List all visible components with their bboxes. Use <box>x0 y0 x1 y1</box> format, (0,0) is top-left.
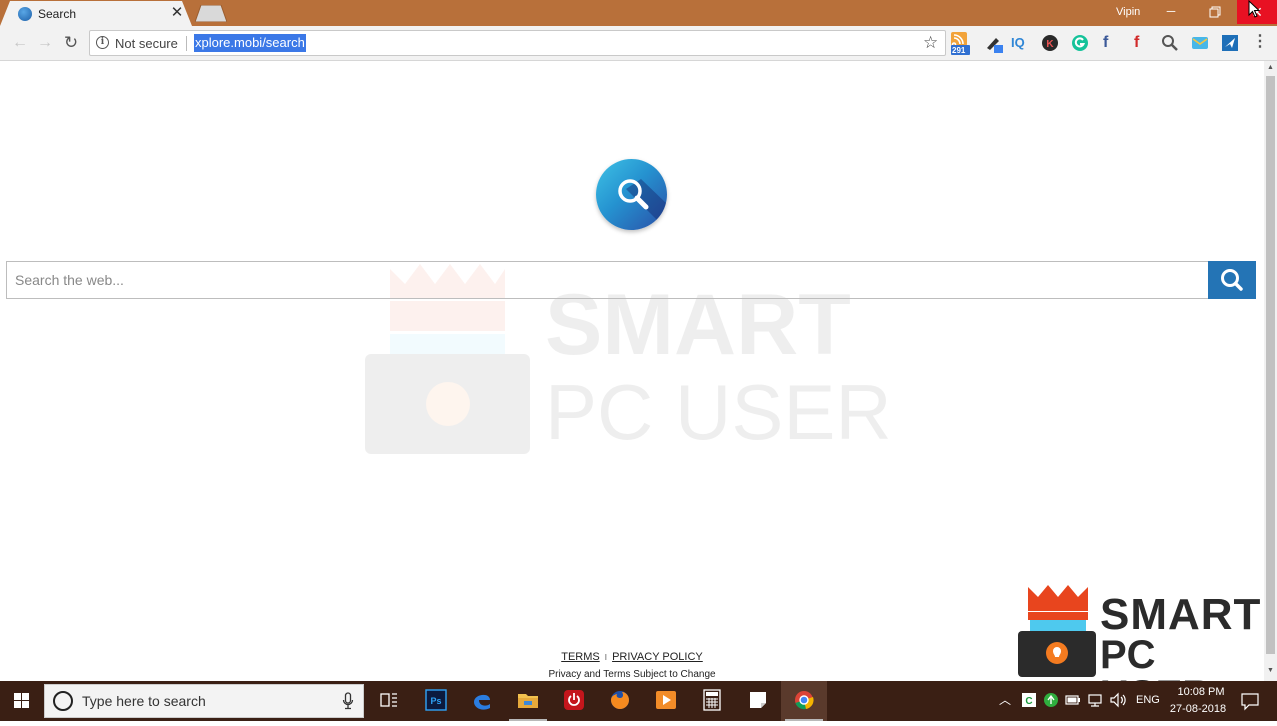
photoshop-icon: Ps <box>425 689 447 711</box>
clock-time[interactable]: 10:08 PM <box>1171 686 1231 698</box>
edge-button[interactable] <box>459 681 505 721</box>
taskbar-search-box[interactable]: Type here to search <box>44 684 364 718</box>
chrome-icon <box>795 691 814 710</box>
forward-button[interactable]: → <box>35 33 55 53</box>
address-separator <box>186 36 187 51</box>
clock-date[interactable]: 27-08-2018 <box>1166 703 1230 715</box>
grammarly-extension-icon[interactable] <box>1071 34 1089 52</box>
search-extension-icon[interactable] <box>1161 34 1179 52</box>
chrome-button[interactable] <box>781 681 827 721</box>
battery-icon[interactable] <box>1065 693 1081 707</box>
info-icon[interactable]: i <box>96 36 109 49</box>
network-icon[interactable] <box>1087 692 1103 708</box>
iq-extension-icon[interactable]: IQ <box>1011 34 1029 52</box>
restore-button[interactable] <box>1200 0 1228 24</box>
smart-pc-user-brand: SMART PC USER <box>1016 585 1277 715</box>
task-view-button[interactable] <box>366 681 412 721</box>
microphone-icon[interactable] <box>342 692 354 710</box>
reload-button[interactable]: ↻ <box>61 33 81 53</box>
url-text[interactable]: xplore.mobi/search <box>194 34 306 52</box>
start-button[interactable] <box>0 681 44 721</box>
recycle-tray-icon[interactable] <box>1043 692 1059 708</box>
tab-search[interactable]: Search ✕ <box>0 1 192 26</box>
search-icon <box>1221 269 1243 291</box>
address-bar[interactable]: i Not secure xplore.mobi/search ☆ <box>89 30 946 56</box>
volume-icon[interactable] <box>1109 692 1127 708</box>
cortana-icon[interactable] <box>53 691 73 711</box>
globe-search-icon <box>18 7 32 21</box>
input-language[interactable]: ENG <box>1136 694 1160 706</box>
calculator-button[interactable] <box>689 681 735 721</box>
watermark-line2: PC USER <box>545 368 892 456</box>
sticky-notes-button[interactable] <box>735 681 781 721</box>
action-center-icon[interactable] <box>1240 691 1260 711</box>
windows-logo-icon <box>14 693 29 708</box>
magnifier-logo-icon <box>618 179 667 230</box>
back-button[interactable]: ← <box>10 33 30 53</box>
svg-text:Ps: Ps <box>430 696 441 706</box>
close-tab-icon[interactable]: ✕ <box>169 4 185 22</box>
rss-badge: 291 <box>952 46 966 55</box>
chevron-up-icon[interactable]: ︿ <box>999 691 1011 708</box>
sticky-notes-icon <box>750 692 766 708</box>
site-logo <box>596 159 667 230</box>
browser-toolbar: ← → ↻ i Not secure xplore.mobi/search ☆ … <box>0 26 1277 61</box>
restore-icon <box>1209 6 1221 18</box>
web-search-input[interactable] <box>6 261 1209 299</box>
svg-text:K: K <box>1046 39 1054 50</box>
facebook-red-extension-icon[interactable]: f <box>1134 34 1152 52</box>
power-app-icon <box>564 690 584 710</box>
browser-menu-button[interactable]: ⋮ <box>1252 33 1268 53</box>
send-extension-icon[interactable] <box>1221 34 1239 52</box>
new-tab-button[interactable] <box>194 4 228 23</box>
profile-name[interactable]: Vipin <box>1116 6 1140 18</box>
photoshop-button[interactable]: Ps <box>413 681 459 721</box>
privacy-policy-link[interactable]: PRIVACY POLICY <box>612 651 703 663</box>
facebook-extension-icon[interactable]: f <box>1103 34 1121 52</box>
media-player-icon <box>656 691 676 709</box>
bookmark-star-icon[interactable]: ☆ <box>923 32 938 54</box>
firefox-icon <box>611 691 629 709</box>
file-explorer-icon <box>518 694 538 708</box>
taskbar-search-placeholder[interactable]: Type here to search <box>82 693 206 709</box>
file-explorer-button[interactable] <box>505 681 551 721</box>
brand-logo-icon <box>1018 585 1096 677</box>
svg-text:C: C <box>1025 696 1032 707</box>
edge-icon <box>474 694 490 710</box>
minimize-button[interactable]: ─ <box>1158 0 1184 24</box>
footer-separator: I <box>604 653 608 662</box>
k-extension-icon[interactable]: K <box>1041 34 1059 52</box>
firefox-button[interactable] <box>597 681 643 721</box>
green-c-tray-icon[interactable]: C <box>1021 692 1037 708</box>
search-submit-button[interactable] <box>1208 261 1256 299</box>
scroll-thumb[interactable] <box>1266 76 1275 654</box>
calculator-icon <box>703 689 721 711</box>
mouse-cursor-icon <box>1248 0 1260 18</box>
title-bar: Search ✕ Vipin ─ ✕ <box>0 0 1277 26</box>
media-player-button[interactable] <box>643 681 689 721</box>
terms-link[interactable]: TERMS <box>561 651 600 663</box>
eyedropper-extension-icon[interactable] <box>984 34 1003 53</box>
mail-extension-icon[interactable] <box>1191 34 1209 52</box>
scroll-up-arrow-icon[interactable]: ▲ <box>1267 64 1274 71</box>
windows-taskbar: Type here to search Ps ︿ C ENG 10:08 PM … <box>0 681 1277 721</box>
brand-line1: SMART <box>1100 590 1262 639</box>
system-tray: ︿ C ENG 10:08 PM 27-08-2018 <box>996 681 1277 721</box>
task-view-icon <box>380 693 397 707</box>
power-app-button[interactable] <box>551 681 597 721</box>
rss-feed-extension-icon[interactable]: 291 <box>950 32 972 56</box>
tab-title: Search <box>38 7 77 21</box>
security-label[interactable]: Not secure <box>115 36 178 51</box>
